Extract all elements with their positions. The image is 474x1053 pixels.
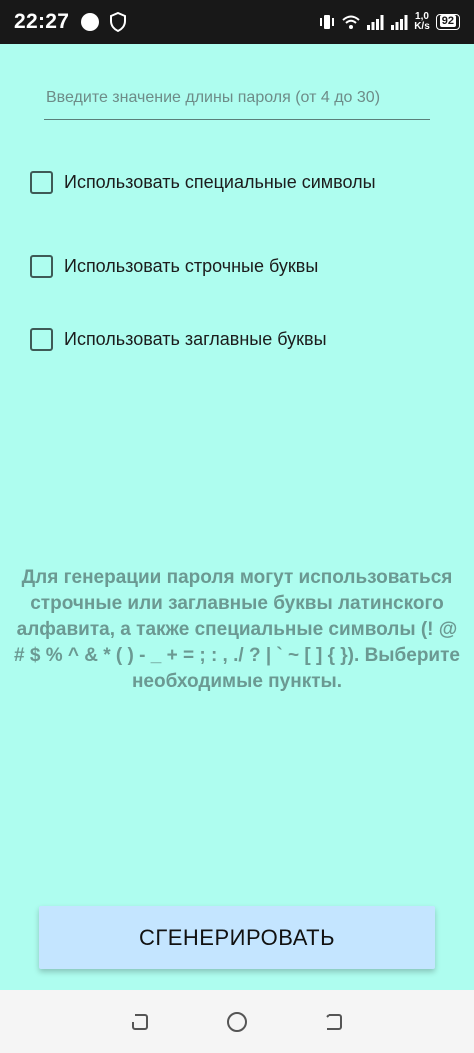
recents-icon[interactable] bbox=[128, 1010, 152, 1034]
network-speed: 1,0 K/s bbox=[414, 12, 430, 32]
generate-button[interactable]: СГЕНЕРИРОВАТЬ bbox=[39, 906, 435, 969]
info-text: Для генерации пароля могут использоватьс… bbox=[14, 567, 460, 692]
navigation-bar bbox=[0, 990, 474, 1053]
battery-level: 92 bbox=[439, 15, 456, 27]
wifi-icon bbox=[342, 15, 360, 29]
signal-icon bbox=[367, 15, 384, 30]
home-icon[interactable] bbox=[225, 1010, 249, 1034]
checkbox-row-uppercase[interactable]: Использовать заглавные буквы bbox=[30, 328, 327, 351]
speed-unit: K/s bbox=[414, 21, 430, 32]
status-bar: 22:27 1,0 K/s 92 bbox=[0, 0, 474, 44]
uppercase-checkbox[interactable] bbox=[30, 328, 53, 351]
status-time: 22:27 bbox=[14, 10, 70, 33]
special-symbols-label: Использовать специальные символы bbox=[64, 172, 376, 192]
checkbox-row-lowercase[interactable]: Использовать строчные буквы bbox=[30, 255, 318, 278]
lowercase-checkbox[interactable] bbox=[30, 255, 53, 278]
checkbox-row-special[interactable]: Использовать специальные символы bbox=[30, 171, 376, 194]
shield-icon bbox=[110, 12, 127, 32]
lowercase-label: Использовать строчные буквы bbox=[64, 256, 319, 276]
vibrate-icon bbox=[320, 15, 335, 29]
back-icon[interactable] bbox=[322, 1010, 346, 1034]
length-input-container bbox=[44, 78, 430, 120]
special-symbols-checkbox[interactable] bbox=[30, 171, 53, 194]
password-length-input[interactable] bbox=[44, 78, 430, 118]
notification-dot-icon bbox=[81, 13, 100, 31]
signal-icon bbox=[391, 15, 408, 30]
status-icons: 1,0 K/s 92 bbox=[318, 12, 460, 32]
battery-icon: 92 bbox=[435, 14, 460, 30]
uppercase-label: Использовать заглавные буквы bbox=[64, 329, 327, 349]
